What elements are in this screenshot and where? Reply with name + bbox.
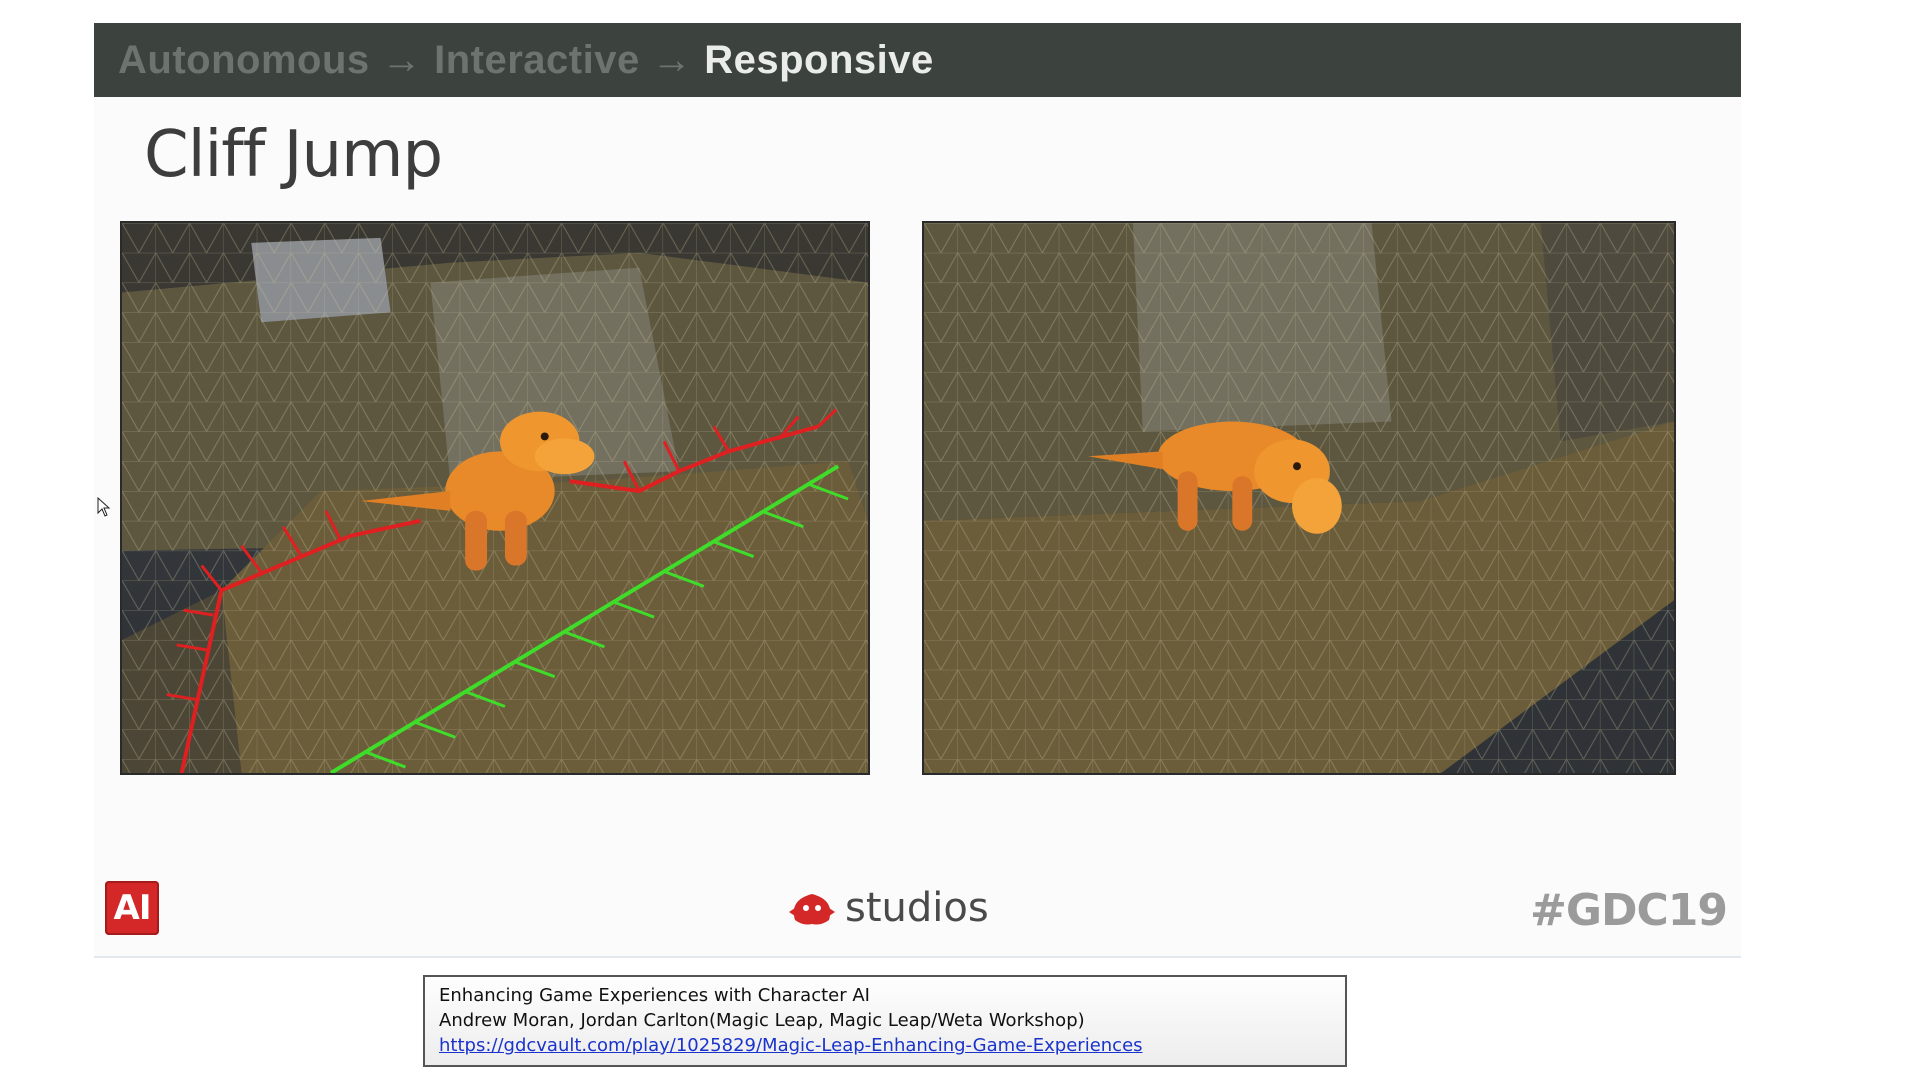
sofa-mesh-dinosaur-image	[924, 223, 1674, 773]
mouse-pointer-icon	[97, 497, 111, 517]
slide-title: Cliff Jump	[144, 118, 443, 192]
image-cliff-jump	[922, 221, 1676, 775]
talk-info-box: Enhancing Game Experiences with Characte…	[423, 975, 1347, 1067]
studios-text: studios	[845, 885, 989, 931]
crumb-autonomous: Autonomous	[118, 37, 370, 82]
gdc-hashtag: #GDC19	[1530, 885, 1728, 936]
footer-divider	[94, 956, 1741, 958]
talk-speakers: Andrew Moran, Jordan Carlton(Magic Leap,…	[439, 1010, 1085, 1031]
image-edge-detection	[120, 221, 870, 775]
crumb-interactive: Interactive	[434, 37, 640, 82]
sofa-mesh-edges-image	[122, 223, 868, 773]
crumb-arrow-1: →	[381, 37, 423, 82]
header-breadcrumb: Autonomous → Interactive → Responsive	[94, 23, 1741, 97]
crumb-arrow-2: →	[651, 37, 693, 82]
ai-logo: AI	[105, 881, 159, 935]
studios-logo: studios	[789, 883, 989, 933]
crumb-responsive: Responsive	[704, 37, 934, 82]
ai-logo-text: AI	[113, 888, 152, 928]
slide: Autonomous → Interactive → Responsive Cl…	[94, 23, 1741, 958]
gdcvault-link[interactable]: https://gdcvault.com/play/1025829/Magic-…	[439, 1035, 1143, 1056]
red-creature-icon	[789, 894, 835, 925]
talk-title: Enhancing Game Experiences with Characte…	[439, 985, 870, 1006]
